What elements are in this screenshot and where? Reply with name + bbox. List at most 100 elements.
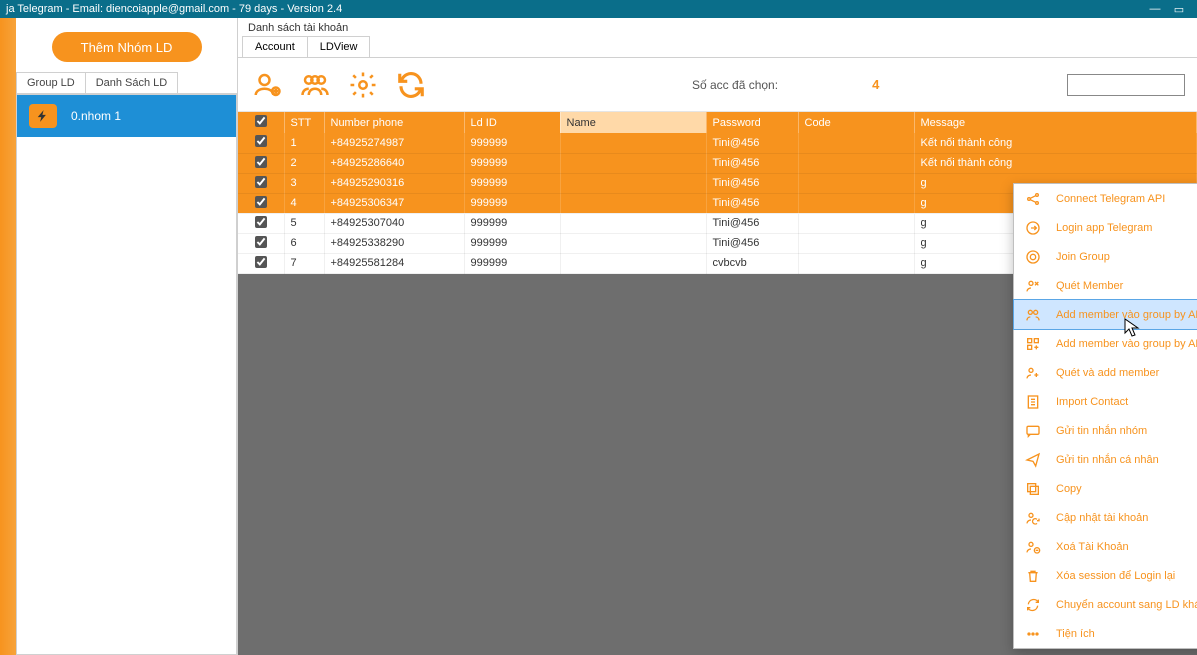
search-input[interactable] [1067, 74, 1185, 96]
cell-phone: +84925274987 [324, 133, 464, 153]
ctx-copy[interactable]: Copy [1014, 474, 1197, 503]
cell-phone: +84925338290 [324, 233, 464, 253]
cell-stt: 3 [284, 173, 324, 193]
cell-name [560, 253, 706, 273]
ctx-add-api[interactable]: Add member vào group by API [1014, 300, 1197, 329]
share-icon [1024, 190, 1042, 208]
refresh-icon[interactable] [394, 68, 428, 102]
section-title: Danh sách tài khoản [238, 18, 1197, 36]
cell-ldid: 999999 [464, 193, 560, 213]
import-icon [1024, 393, 1042, 411]
col-stt[interactable]: STT [284, 112, 324, 133]
col-phone[interactable]: Number phone [324, 112, 464, 133]
ctx-more[interactable]: Tiện ích▶ [1014, 619, 1197, 648]
sidebar-item-label: 0.nhom 1 [71, 109, 121, 123]
cell-password: Tini@456 [706, 193, 798, 213]
cell-ldid: 999999 [464, 253, 560, 273]
sidebar-tab-group-ld[interactable]: Group LD [16, 72, 86, 93]
cell-phone: +84925306347 [324, 193, 464, 213]
sidebar-item-nhom1[interactable]: 0.nhom 1 [17, 95, 236, 137]
sidebar: Thêm Nhóm LD Group LD Danh Sách LD 0.nho… [16, 18, 238, 655]
col-name[interactable]: Name [560, 112, 706, 133]
window-titlebar: ja Telegram - Email: diencoiapple@gmail.… [0, 0, 1197, 18]
cell-phone: +84925290316 [324, 173, 464, 193]
row-checkbox[interactable] [255, 216, 267, 228]
maximize-button[interactable]: ▭ [1167, 3, 1191, 16]
toolbar: Số acc đã chọn: 4 [238, 58, 1197, 112]
scan-add-icon [1024, 364, 1042, 382]
gear-icon[interactable] [346, 68, 380, 102]
cell-ldid: 999999 [464, 133, 560, 153]
add-user-icon[interactable] [250, 68, 284, 102]
sidebar-tab-danh-sach-ld[interactable]: Danh Sách LD [86, 72, 179, 93]
cell-code [798, 233, 914, 253]
ctx-import[interactable]: Import Contact [1014, 387, 1197, 416]
cell-password: Tini@456 [706, 153, 798, 173]
ctx-label: Add member vào group by APP [1056, 338, 1197, 350]
col-code[interactable]: Code [798, 112, 914, 133]
sidebar-list: 0.nhom 1 [16, 94, 237, 655]
cell-message: Kết nối thành công [914, 153, 1197, 173]
acc-selected-count: 4 [872, 77, 879, 92]
cell-phone: +84925307040 [324, 213, 464, 233]
main-panel: Danh sách tài khoản Account LDView Số ac… [238, 18, 1197, 655]
ctx-update[interactable]: Cập nhật tài khoản [1014, 503, 1197, 532]
row-checkbox[interactable] [255, 196, 267, 208]
ctx-join[interactable]: Join Group [1014, 242, 1197, 271]
ctx-add-app[interactable]: Add member vào group by APP [1014, 329, 1197, 358]
row-checkbox[interactable] [255, 176, 267, 188]
row-checkbox[interactable] [255, 156, 267, 168]
left-rail [0, 18, 16, 655]
ctx-label: Login app Telegram [1056, 222, 1152, 234]
ctx-label: Gửi tin nhắn cá nhân [1056, 454, 1159, 466]
col-checkbox[interactable] [238, 112, 284, 133]
ctx-share[interactable]: Connect Telegram API [1014, 184, 1197, 213]
scan-icon [1024, 277, 1042, 295]
col-ldid[interactable]: Ld ID [464, 112, 560, 133]
cell-name [560, 133, 706, 153]
cell-ldid: 999999 [464, 153, 560, 173]
ctx-label: Chuyển account sang LD khác [1056, 599, 1197, 611]
transfer-icon [1024, 596, 1042, 614]
minimize-button[interactable]: — [1143, 3, 1167, 15]
ctx-scan[interactable]: Quét Member [1014, 271, 1197, 300]
msg-group-icon [1024, 422, 1042, 440]
tab-account[interactable]: Account [242, 36, 308, 57]
col-message[interactable]: Message [914, 112, 1197, 133]
table-row[interactable]: 1+84925274987999999Tini@456Kết nối thành… [238, 133, 1197, 153]
context-menu: Connect Telegram API Login app Telegram Jo… [1013, 183, 1197, 649]
ctx-trash[interactable]: Xóa session để Login lại [1014, 561, 1197, 590]
cell-code [798, 193, 914, 213]
cell-stt: 4 [284, 193, 324, 213]
ctx-label: Cập nhật tài khoản [1056, 512, 1148, 524]
cell-password: Tini@456 [706, 233, 798, 253]
sidebar-tabs: Group LD Danh Sách LD [16, 72, 237, 94]
add-group-button[interactable]: Thêm Nhóm LD [52, 32, 202, 62]
ctx-login[interactable]: Login app Telegram [1014, 213, 1197, 242]
ctx-scan-add[interactable]: Quét và add member [1014, 358, 1197, 387]
main-tabs: Account LDView [238, 36, 1197, 58]
ctx-delete[interactable]: Xoá Tài Khoản [1014, 532, 1197, 561]
ctx-msg-group[interactable]: Gửi tin nhắn nhóm [1014, 416, 1197, 445]
tab-ldview[interactable]: LDView [308, 36, 371, 57]
ctx-label: Import Contact [1056, 396, 1128, 408]
more-icon [1024, 625, 1042, 643]
ctx-transfer[interactable]: Chuyển account sang LD khác [1014, 590, 1197, 619]
ctx-label: Add member vào group by API [1056, 309, 1197, 321]
add-api-icon [1024, 306, 1042, 324]
table-row[interactable]: 2+84925286640999999Tini@456Kết nối thành… [238, 153, 1197, 173]
cell-stt: 7 [284, 253, 324, 273]
cell-name [560, 173, 706, 193]
ctx-label: Quét và add member [1056, 367, 1159, 379]
cell-ldid: 999999 [464, 213, 560, 233]
ctx-label: Gửi tin nhắn nhóm [1056, 425, 1147, 437]
row-checkbox[interactable] [255, 256, 267, 268]
ctx-msg-person[interactable]: Gửi tin nhắn cá nhân [1014, 445, 1197, 474]
msg-person-icon [1024, 451, 1042, 469]
row-checkbox[interactable] [255, 236, 267, 248]
cell-ldid: 999999 [464, 233, 560, 253]
cell-name [560, 213, 706, 233]
col-password[interactable]: Password [706, 112, 798, 133]
row-checkbox[interactable] [255, 135, 267, 147]
group-icon[interactable] [298, 68, 332, 102]
